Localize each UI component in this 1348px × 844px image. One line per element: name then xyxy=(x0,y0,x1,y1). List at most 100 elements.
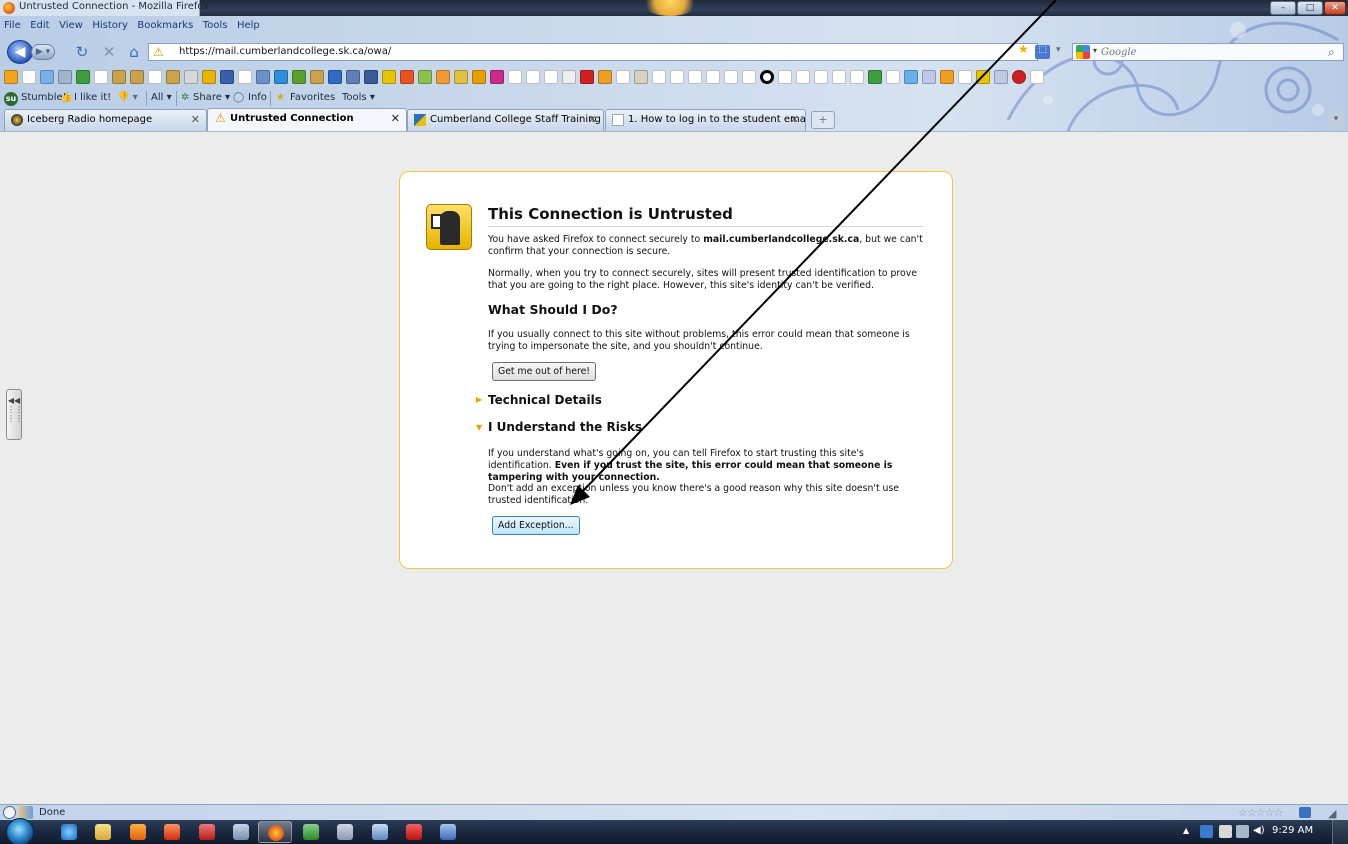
taskbar-app-9[interactable] xyxy=(328,821,362,843)
volume-icon[interactable]: ◀) xyxy=(1253,825,1266,838)
bookmark-icon[interactable] xyxy=(112,70,126,84)
search-bar[interactable]: ▾ ⌕ xyxy=(1072,43,1344,61)
reload-icon[interactable]: ↻ xyxy=(73,43,91,61)
stop-icon[interactable]: ✕ xyxy=(100,43,118,61)
bookmark-icon[interactable] xyxy=(742,70,756,84)
rating-stars-icon[interactable]: ☆☆☆☆☆ xyxy=(1238,806,1283,819)
taskbar-app-8[interactable] xyxy=(294,821,328,843)
bookmark-icon[interactable] xyxy=(292,70,306,84)
bookmark-icon[interactable] xyxy=(544,70,558,84)
tab-student-email-login[interactable]: 1. How to log in to the student ema... ✕ xyxy=(605,109,806,131)
taskbar-explorer[interactable] xyxy=(86,821,120,843)
tab-cumberland-training[interactable]: Cumberland College Staff Training ... ✕ xyxy=(407,109,604,131)
bookmark-star-icon[interactable]: ★ xyxy=(1018,43,1032,55)
url-bar[interactable]: ⚠ https://mail.cumberlandcollege.sk.ca/o… xyxy=(148,43,1038,61)
bookmark-icon[interactable] xyxy=(670,70,684,84)
list-all-tabs-icon[interactable]: ▾ xyxy=(1327,111,1345,129)
bookmark-icon[interactable] xyxy=(472,70,486,84)
taskbar-clock[interactable]: 9:29 AM xyxy=(1272,825,1313,836)
bookmark-icon[interactable] xyxy=(364,70,378,84)
bookmark-icon[interactable] xyxy=(688,70,702,84)
minimize-button[interactable]: – xyxy=(1270,1,1296,15)
bookmark-icon[interactable] xyxy=(94,70,108,84)
menu-bookmarks[interactable]: Bookmarks xyxy=(133,16,195,31)
bookmark-icon[interactable] xyxy=(490,70,504,84)
like-button[interactable]: I like it! xyxy=(74,92,111,103)
bookmark-icon[interactable] xyxy=(814,70,828,84)
bookmark-icon[interactable] xyxy=(184,70,198,84)
maximize-button[interactable]: □ xyxy=(1297,1,1323,15)
bookmark-icon[interactable] xyxy=(796,70,810,84)
back-button[interactable]: ◀ xyxy=(7,40,33,64)
show-desktop-button[interactable] xyxy=(1332,820,1348,844)
bookmark-icon[interactable] xyxy=(130,70,144,84)
bookmark-icon[interactable] xyxy=(562,70,576,84)
collapsed-arrow-icon[interactable]: ▶ xyxy=(476,395,482,404)
search-engine-dropdown-icon[interactable]: ▾ xyxy=(1093,46,1097,55)
taskbar-app-11[interactable] xyxy=(397,821,431,843)
new-tab-button[interactable]: + xyxy=(811,111,835,129)
menu-history[interactable]: History xyxy=(88,16,130,31)
feed-icon[interactable]: ⬚ xyxy=(1035,45,1050,59)
bookmark-icon[interactable] xyxy=(328,70,342,84)
bookmark-icon[interactable] xyxy=(256,70,270,84)
sidebar-collapse-handle[interactable]: ◀◀ ⋮⋮ ⋮⋮ xyxy=(6,389,23,440)
taskbar-app-6[interactable] xyxy=(224,821,258,843)
favorites-button[interactable]: Favorites xyxy=(290,92,335,103)
bookmark-icon[interactable] xyxy=(850,70,864,84)
thumbs-down-icon[interactable]: 👎 ▾ xyxy=(117,92,138,103)
google-icon[interactable] xyxy=(1076,45,1090,59)
close-button[interactable]: ✕ xyxy=(1324,1,1346,15)
status-clock-icon[interactable] xyxy=(3,806,16,819)
bookmark-icon[interactable] xyxy=(346,70,360,84)
menu-file[interactable]: File xyxy=(0,16,23,31)
bookmark-icon[interactable] xyxy=(904,70,918,84)
bookmark-icon[interactable] xyxy=(400,70,414,84)
taskbar-app-12[interactable] xyxy=(431,821,465,843)
menu-edit[interactable]: Edit xyxy=(26,16,51,31)
bookmark-icon[interactable] xyxy=(706,70,720,84)
bookmark-icon[interactable] xyxy=(40,70,54,84)
bookmark-icon[interactable] xyxy=(868,70,882,84)
tools-button[interactable]: Tools ▾ xyxy=(342,92,375,103)
tab-close-icon[interactable]: ✕ xyxy=(191,113,200,126)
tray-network-icon[interactable] xyxy=(1219,825,1232,838)
tray-device-icon[interactable] xyxy=(1236,825,1249,838)
bookmark-icon[interactable] xyxy=(1012,70,1026,84)
get-me-out-button[interactable]: Get me out of here! xyxy=(492,362,597,381)
forward-button[interactable]: ▶ ▾ xyxy=(31,44,55,60)
menu-tools[interactable]: Tools xyxy=(199,16,230,31)
bookmark-icon[interactable] xyxy=(148,70,162,84)
bookmark-icon[interactable] xyxy=(832,70,846,84)
bookmark-icon[interactable] xyxy=(418,70,432,84)
bookmark-icon[interactable] xyxy=(976,70,990,84)
bookmark-icon[interactable] xyxy=(886,70,900,84)
bookmark-icon[interactable] xyxy=(454,70,468,84)
start-button[interactable] xyxy=(6,818,34,844)
bookmark-icon[interactable] xyxy=(760,70,774,84)
tray-flag-icon[interactable] xyxy=(1200,825,1213,838)
stumbleupon-icon[interactable]: su xyxy=(4,92,18,106)
taskbar-firefox[interactable] xyxy=(258,821,292,843)
bookmark-icon[interactable] xyxy=(508,70,522,84)
bookmark-icon[interactable] xyxy=(526,70,540,84)
taskbar-app-5[interactable] xyxy=(190,821,224,843)
technical-details-heading[interactable]: Technical Details xyxy=(488,393,602,407)
bookmark-icon[interactable] xyxy=(1030,70,1044,84)
bookmark-icon[interactable] xyxy=(724,70,738,84)
tab-close-icon[interactable]: ✕ xyxy=(588,113,597,126)
expanded-arrow-icon[interactable]: ▼ xyxy=(476,423,482,432)
bookmark-icon[interactable] xyxy=(166,70,180,84)
bookmark-icon[interactable] xyxy=(580,70,594,84)
tab-untrusted-connection[interactable]: ⚠ Untrusted Connection ✕ xyxy=(207,108,407,131)
bookmark-icon[interactable] xyxy=(202,70,216,84)
tab-iceberg-radio[interactable]: Iceberg Radio homepage ✕ xyxy=(4,109,207,131)
understand-risks-heading[interactable]: I Understand the Risks xyxy=(488,420,642,434)
search-input[interactable] xyxy=(1101,44,1316,60)
tab-close-icon[interactable]: ✕ xyxy=(790,113,799,126)
menu-view[interactable]: View xyxy=(55,16,85,31)
resize-grip-icon[interactable]: ◢ xyxy=(1328,807,1336,820)
bookmark-icon[interactable] xyxy=(778,70,792,84)
bookmark-icon[interactable] xyxy=(436,70,450,84)
bookmark-icon[interactable] xyxy=(598,70,612,84)
